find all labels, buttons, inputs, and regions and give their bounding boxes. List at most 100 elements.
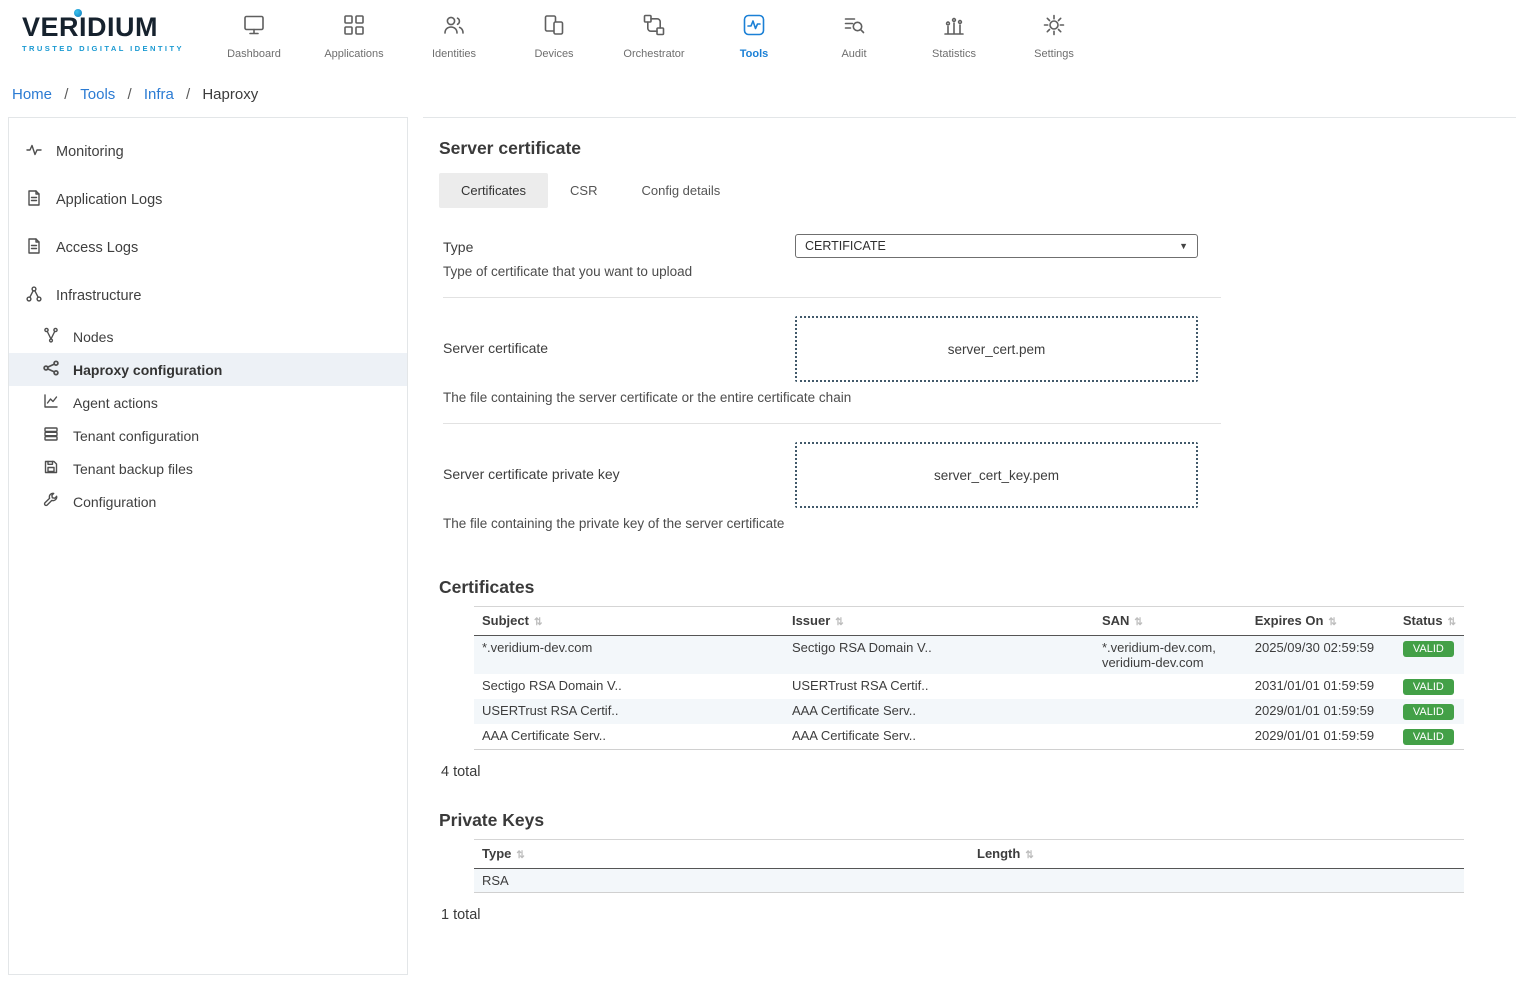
cell-status: VALID (1395, 636, 1464, 675)
settings-gear-icon (1041, 12, 1067, 43)
private-keys-table: Type ⇅ Length⇅ RSA (474, 839, 1464, 893)
column-header-expires-on[interactable]: Expires On⇅ (1247, 607, 1395, 636)
nav-item-identities[interactable]: Identities (404, 6, 504, 60)
private-key-row: Server certificate private key server_ce… (443, 424, 1221, 510)
line-chart-icon (42, 392, 60, 413)
column-header-issuer[interactable]: Issuer ⇅ (784, 607, 1094, 636)
chevron-down-icon: ▼ (1179, 241, 1188, 251)
certificate-row: Sectigo RSA Domain V..USERTrust RSA Cert… (474, 674, 1464, 699)
column-label: Subject (482, 613, 529, 628)
column-label: Issuer (792, 613, 830, 628)
nav-label: Applications (324, 48, 383, 60)
column-header-subject[interactable]: Subject ⇅ (474, 607, 784, 636)
breadcrumb-infra[interactable]: Infra (144, 86, 174, 103)
nav-label: Statistics (932, 48, 976, 60)
tools-pulse-icon (741, 12, 767, 43)
cell-type: RSA (474, 869, 969, 893)
cell-expires: 2029/01/01 01:59:59 (1247, 724, 1395, 750)
logo-dot-icon (74, 9, 82, 17)
sort-icon: ⇅ (516, 850, 524, 861)
sidebar-item-access-logs[interactable]: Access Logs (9, 224, 407, 272)
certificates-table: Subject⇅Issuer⇅SAN⇅Expires On⇅Status⇅ *.… (474, 606, 1464, 750)
certificates-table-wrap: Subject⇅Issuer⇅SAN⇅Expires On⇅Status⇅ *.… (474, 606, 1464, 750)
audit-search-icon (841, 12, 867, 43)
cell-issuer: AAA Certificate Serv.. (784, 724, 1094, 750)
sidebar-item-label: Access Logs (56, 240, 138, 256)
sidebar-item-label: Monitoring (56, 144, 124, 160)
monitoring-pulse-icon (25, 141, 43, 163)
tab-certificates[interactable]: Certificates (439, 173, 548, 208)
status-badge: VALID (1403, 641, 1454, 657)
sidebar-item-agent-actions[interactable]: Agent actions (9, 386, 407, 419)
sidebar-item-tenant-backup-files[interactable]: Tenant backup files (9, 452, 407, 485)
server-certificate-dropzone[interactable]: server_cert.pem (795, 316, 1198, 382)
main-panel: Server certificate Certificates CSR Conf… (423, 117, 1516, 975)
column-header-san[interactable]: SAN⇅ (1094, 607, 1247, 636)
wrench-icon (42, 491, 60, 512)
nav-item-tools[interactable]: Tools (704, 6, 804, 60)
sidebar-item-label: Tenant configuration (73, 428, 199, 444)
nav-item-dashboard[interactable]: Dashboard (204, 6, 304, 60)
nodes-icon (42, 326, 60, 347)
server-certificate-row: Server certificate server_cert.pem (443, 298, 1221, 384)
column-header-type[interactable]: Type ⇅ (474, 840, 969, 869)
nav-label: Orchestrator (623, 48, 684, 60)
private-key-dropzone[interactable]: server_cert_key.pem (795, 442, 1198, 508)
nav-label: Tools (740, 48, 769, 60)
server-certificate-help-text: The file containing the server certifica… (443, 384, 1221, 421)
private-keys-table-wrap: Type ⇅ Length⇅ RSA (474, 839, 1464, 893)
sidebar-item-monitoring[interactable]: Monitoring (9, 128, 407, 176)
cell-san (1094, 674, 1247, 699)
nav-item-orchestrator[interactable]: Orchestrator (604, 6, 704, 60)
cell-status: VALID (1395, 699, 1464, 724)
type-help-text: Type of certificate that you want to upl… (443, 258, 1221, 295)
applications-grid-icon (341, 12, 367, 43)
sidebar-item-haproxy-configuration[interactable]: Haproxy configuration (9, 353, 407, 386)
sidebar-item-label: Configuration (73, 494, 156, 510)
sidebar-item-tenant-configuration[interactable]: Tenant configuration (9, 419, 407, 452)
column-label: Type (482, 846, 511, 861)
sidebar-item-application-logs[interactable]: Application Logs (9, 176, 407, 224)
server-stack-icon (42, 425, 60, 446)
veridium-logo[interactable]: VERIDIUM TRUSTED DIGITAL IDENTITY (10, 6, 200, 53)
nav-item-statistics[interactable]: Statistics (904, 6, 1004, 60)
breadcrumb-separator: / (127, 86, 131, 103)
sidebar-item-nodes[interactable]: Nodes (9, 320, 407, 353)
column-header-length[interactable]: Length⇅ (969, 840, 1464, 869)
type-label: Type (443, 234, 795, 258)
column-label: SAN (1102, 613, 1129, 628)
sort-icon: ⇅ (835, 617, 843, 628)
sidebar-item-configuration[interactable]: Configuration (9, 485, 407, 518)
nav-label: Audit (841, 48, 866, 60)
nav-label: Settings (1034, 48, 1074, 60)
private-key-row: RSA (474, 869, 1464, 893)
nav-item-audit[interactable]: Audit (804, 6, 904, 60)
document-icon (25, 189, 43, 211)
cell-status: VALID (1395, 674, 1464, 699)
column-label: Length (977, 846, 1020, 861)
nav-item-devices[interactable]: Devices (504, 6, 604, 60)
breadcrumb-home[interactable]: Home (12, 86, 52, 103)
certificates-table-header: Subject ⇅ Issuer ⇅ SAN⇅Expires On⇅Status⇅ (474, 607, 1464, 636)
save-floppy-icon (42, 458, 60, 479)
sidebar-item-infrastructure[interactable]: Infrastructure (9, 272, 407, 320)
certificate-type-select[interactable]: CERTIFICATE ▼ (795, 234, 1198, 258)
tab-bar: Certificates CSR Config details (439, 173, 1516, 208)
identities-people-icon (441, 12, 467, 43)
tab-config-details[interactable]: Config details (619, 173, 742, 208)
sort-icon: ⇅ (534, 617, 542, 628)
breadcrumb-tools[interactable]: Tools (80, 86, 115, 103)
nav-label: Identities (432, 48, 476, 60)
dashboard-monitor-icon (241, 12, 267, 43)
share-nodes-icon (42, 359, 60, 380)
breadcrumb-current: Haproxy (202, 86, 258, 103)
tab-csr[interactable]: CSR (548, 173, 619, 208)
nav-item-settings[interactable]: Settings (1004, 6, 1104, 60)
page-title: Server certificate (439, 138, 1516, 159)
cell-subject: AAA Certificate Serv.. (474, 724, 784, 750)
column-label: Status (1403, 613, 1443, 628)
sidebar-item-label: Infrastructure (56, 288, 141, 304)
nav-label: Dashboard (227, 48, 281, 60)
column-header-status[interactable]: Status⇅ (1395, 607, 1464, 636)
nav-item-applications[interactable]: Applications (304, 6, 404, 60)
